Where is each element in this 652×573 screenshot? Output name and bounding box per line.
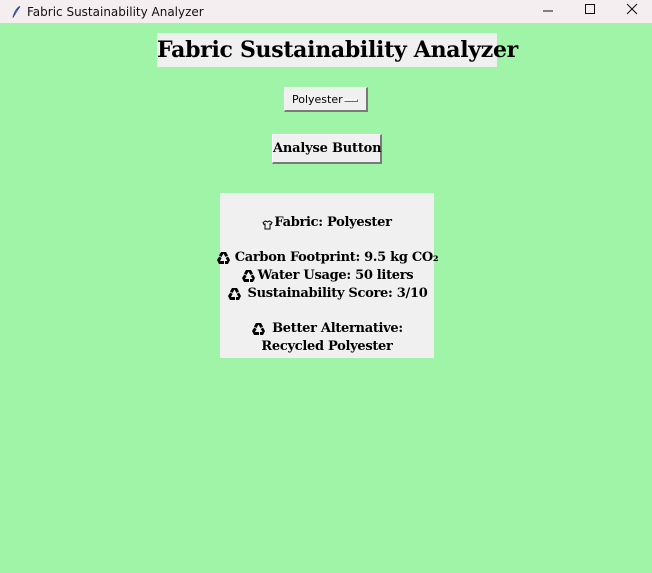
sustainability-score-line: Sustainability Score: 3/10 xyxy=(220,285,434,303)
carbon-footprint-text: Carbon Footprint: 9.5 kg CO₂ xyxy=(234,250,439,265)
recycle-icon xyxy=(227,288,241,300)
feather-icon xyxy=(6,4,26,20)
recycle-icon xyxy=(252,323,266,335)
minimize-icon xyxy=(543,10,553,12)
fabric-result-line: Fabric: Polyester xyxy=(220,214,434,232)
maximize-icon xyxy=(585,4,595,14)
dropdown-indicator-icon xyxy=(344,99,358,102)
better-alternative-label: Better Alternative: xyxy=(272,321,403,336)
analyse-button[interactable]: Analyse Button xyxy=(272,134,382,164)
close-icon xyxy=(626,3,638,15)
page-title: Fabric Sustainability Analyzer xyxy=(157,33,518,67)
better-alternative-line: Better Alternative: xyxy=(220,320,434,338)
maximize-button[interactable] xyxy=(569,0,611,18)
better-alternative-value-line: Recycled Polyester xyxy=(220,338,434,356)
recycle-icon xyxy=(241,270,255,282)
water-usage-line: Water Usage: 50 liters xyxy=(220,267,434,285)
sustainability-score-text: Sustainability Score: 3/10 xyxy=(247,286,428,301)
window-titlebar: Fabric Sustainability Analyzer xyxy=(0,0,652,23)
water-usage-text: Water Usage: 50 liters xyxy=(257,268,414,283)
fabric-result-text: Fabric: Polyester xyxy=(274,215,392,230)
carbon-footprint-line: Carbon Footprint: 9.5 kg CO₂ xyxy=(216,249,439,267)
results-panel: Fabric: Polyester Carbon Footprint: 9.5 … xyxy=(216,193,439,358)
recycle-icon xyxy=(216,252,230,264)
window-title: Fabric Sustainability Analyzer xyxy=(27,4,204,19)
better-alternative-value: Recycled Polyester xyxy=(261,339,393,354)
fabric-dropdown[interactable]: Polyester xyxy=(284,87,368,112)
minimize-button[interactable] xyxy=(527,0,569,18)
shirt-icon xyxy=(262,220,274,230)
fabric-dropdown-value: Polyester xyxy=(292,92,343,106)
close-button[interactable] xyxy=(611,0,652,18)
